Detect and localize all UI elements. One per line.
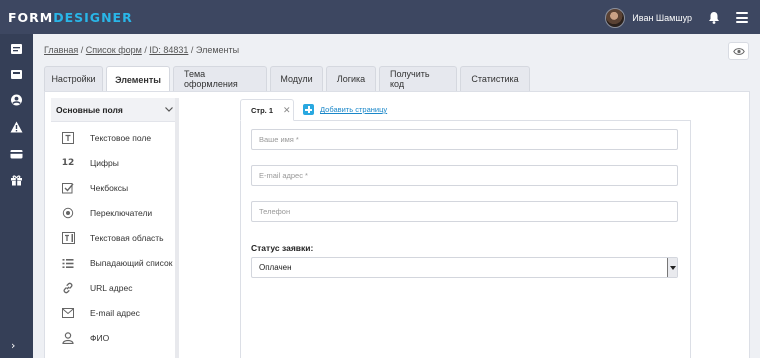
- inbox-icon[interactable]: [10, 68, 23, 80]
- element-checkboxes[interactable]: Чекбоксы: [51, 176, 175, 200]
- user-menu[interactable]: Иван Шамшур: [605, 8, 692, 28]
- tab-elements[interactable]: Элементы: [106, 66, 170, 92]
- gift-icon[interactable]: [10, 174, 23, 186]
- tab-bar: Настройки Элементы Тема оформления Модул…: [44, 66, 530, 92]
- phone-field[interactable]: Телефон: [251, 201, 678, 222]
- element-label: ФИО: [90, 333, 110, 343]
- user-icon[interactable]: [10, 94, 23, 106]
- text-field-icon: [61, 131, 75, 145]
- element-text-field[interactable]: Текстовое поле: [51, 126, 175, 150]
- tab-logic[interactable]: Логика: [326, 66, 376, 91]
- tab-modules[interactable]: Модули: [270, 66, 323, 91]
- element-label: Текстовая область: [90, 233, 164, 243]
- page-tab-label: Стр. 1: [251, 105, 274, 115]
- card-icon[interactable]: [10, 148, 23, 160]
- element-url[interactable]: URL адрес: [51, 276, 175, 300]
- top-bar: FORMDESIGNER Иван Шамшур: [0, 0, 760, 34]
- person-icon: [61, 331, 75, 345]
- dropdown-list-icon: [61, 256, 75, 270]
- logo[interactable]: FORMDESIGNER: [8, 10, 133, 25]
- user-name: Иван Шамшур: [632, 13, 692, 23]
- tab-get-code[interactable]: Получить код: [379, 66, 457, 91]
- checkbox-icon: [61, 181, 75, 195]
- logo-part-2: DESIGNER: [53, 10, 133, 25]
- chevron-down-icon[interactable]: [165, 107, 173, 112]
- tab-statistics[interactable]: Статистика: [460, 66, 530, 91]
- email-field[interactable]: E-mail адрес *: [251, 165, 678, 186]
- breadcrumb-forms-list[interactable]: Список форм: [86, 45, 142, 55]
- element-label: Цифры: [90, 158, 119, 168]
- panel-title: Основные поля: [56, 104, 123, 115]
- preview-button[interactable]: [728, 42, 749, 60]
- element-label: URL адрес: [90, 283, 133, 293]
- breadcrumb: Главная / Список форм / ID: 84831 / Элем…: [44, 45, 239, 55]
- element-label: Текстовое поле: [90, 133, 152, 143]
- element-radio[interactable]: Переключатели: [51, 201, 175, 225]
- breadcrumb-form-id[interactable]: ID: 84831: [149, 45, 188, 55]
- radio-icon: [61, 206, 75, 220]
- numbers-icon: 12: [61, 158, 75, 168]
- add-page-button[interactable]: Добавить страницу: [303, 104, 387, 115]
- element-email[interactable]: E-mail адрес: [51, 301, 175, 325]
- bell-icon[interactable]: [708, 11, 720, 24]
- textarea-icon: [61, 231, 75, 245]
- tab-theme[interactable]: Тема оформления: [173, 66, 267, 91]
- elements-panel: Основные поля Текстовое поле 12 Цифры Че…: [51, 98, 179, 358]
- element-textarea[interactable]: Текстовая область: [51, 226, 175, 250]
- status-value: Оплачен: [259, 263, 292, 272]
- logo-part-1: FORM: [8, 10, 54, 25]
- add-page-label: Добавить страницу: [320, 105, 388, 114]
- element-label: Переключатели: [90, 208, 153, 218]
- element-dropdown[interactable]: Выпадающий список: [51, 251, 175, 275]
- name-field[interactable]: Ваше имя *: [251, 129, 678, 150]
- element-full-name[interactable]: ФИО: [51, 326, 175, 350]
- status-select[interactable]: Оплачен: [251, 257, 678, 278]
- element-numbers[interactable]: 12 Цифры: [51, 151, 175, 175]
- breadcrumb-separator: /: [188, 45, 196, 55]
- dropdown-arrow-icon[interactable]: [667, 258, 677, 277]
- form-canvas: [240, 120, 691, 358]
- breadcrumb-current: Элементы: [195, 45, 240, 55]
- forms-icon[interactable]: [10, 43, 23, 55]
- breadcrumb-home[interactable]: Главная: [44, 45, 78, 55]
- content-card: Основные поля Текстовое поле 12 Цифры Че…: [44, 91, 750, 358]
- page-tab-1[interactable]: Стр. 1 ✕: [240, 99, 294, 121]
- plus-icon: [303, 104, 314, 115]
- mail-icon: [61, 306, 75, 320]
- panel-header[interactable]: Основные поля: [51, 98, 179, 122]
- eye-icon: [733, 48, 745, 55]
- element-label: Выпадающий список: [90, 258, 173, 268]
- status-label: Статус заявки:: [251, 243, 314, 253]
- breadcrumb-separator: /: [78, 45, 86, 55]
- close-page-icon[interactable]: ✕: [283, 105, 291, 116]
- element-label: E-mail адрес: [90, 308, 140, 318]
- panel-scrollbar[interactable]: [175, 98, 179, 358]
- side-rail: ›: [0, 34, 33, 358]
- expand-sidebar-icon[interactable]: ›: [11, 339, 15, 352]
- menu-icon[interactable]: [736, 12, 748, 23]
- link-icon: [61, 281, 75, 295]
- avatar[interactable]: [605, 8, 626, 28]
- element-label: Чекбоксы: [90, 183, 129, 193]
- tab-settings[interactable]: Настройки: [44, 66, 103, 91]
- warning-icon[interactable]: [10, 121, 23, 133]
